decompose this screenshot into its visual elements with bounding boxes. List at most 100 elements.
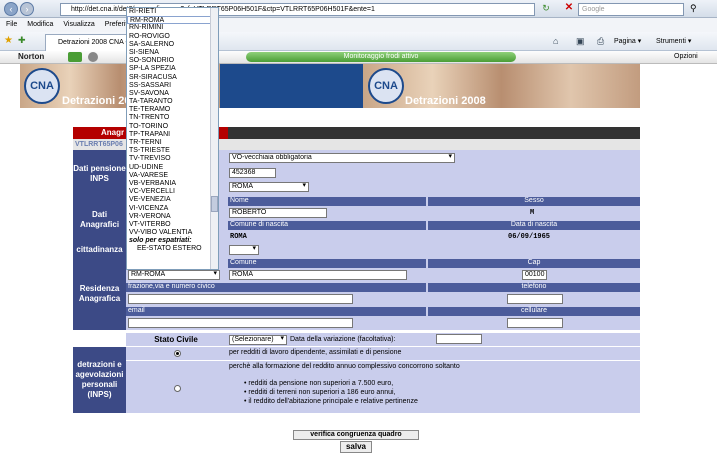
section-pensione: Dati pensione INPS [73,150,126,197]
dropdown-option[interactable]: TO-TORINO [127,123,218,131]
dropdown-option[interactable]: SP-LA SPEZIA [127,65,218,73]
province-dropdown-list[interactable]: RI-RIETI RM-ROMA RN-RIMINI RO-ROVIGO SA-SALE… [126,7,219,270]
dropdown-option[interactable]: TP-TRAPANI [127,131,218,139]
dropdown-option[interactable]: RM-ROMA [127,16,218,25]
feeds-icon[interactable]: ▣ [576,36,585,47]
dropdown-option[interactable]: TN-TRENTO [127,114,218,122]
menu-file[interactable]: File [6,21,17,28]
dropdown-option[interactable]: VV-VIBO VALENTIA [127,229,218,237]
dropdown-option[interactable]: TE-TERAMO [127,106,218,114]
dropdown-option[interactable]: VB-VERBANIA [127,180,218,188]
dropdown-option[interactable]: TV-TREVISO [127,155,218,163]
refresh-icon[interactable]: ↻ [540,3,552,15]
print-icon[interactable]: ⎙ [597,36,604,47]
verify-button[interactable]: verifica congruenza quadro [293,430,419,440]
dropdown-option[interactable]: TR-TERNI [127,139,218,147]
pension-number-input[interactable]: 452368 [229,168,276,178]
email-header: email [126,307,426,316]
stato-civile-select[interactable]: (Selezionare) [229,335,287,345]
save-button[interactable]: salva [340,441,372,453]
dropdown-option[interactable]: TA-TARANTO [127,98,218,106]
dropdown-option[interactable]: VA-VARESE [127,172,218,180]
dropdown-option[interactable]: SO-SONDRIO [127,57,218,65]
cap-input[interactable]: 00100 [522,270,547,280]
cittadinanza-select[interactable] [229,245,259,255]
dropdown-option[interactable]: VR-VERONA [127,213,218,221]
nome-header: Nome [228,197,426,206]
section-detrazioni: detrazioni e agevolazioni personali (INP… [73,347,126,413]
detr-bullet-3: • il reddito dell'abitazione principale … [244,398,418,405]
cna-logo-left: CNA [24,68,60,104]
dropdown-option[interactable]: RI-RIETI [127,8,218,16]
pension-type-select[interactable]: VO-vecchiaia obbligatoria [229,153,455,163]
stop-icon[interactable]: ✕ [563,2,575,14]
comune-header: Comune [228,259,426,268]
cna-logo-right: CNA [368,68,404,104]
dropdown-option[interactable]: SS-SASSARI [127,82,218,90]
section-anagrafici: Dati Anagrafici [73,197,126,243]
add-favorite-icon[interactable]: ✚ [18,35,26,46]
comune-nascita-header: Comune di nascita [228,221,426,230]
detr-radio-2[interactable] [174,385,181,392]
frazione-header: frazione,via e numero civico [126,283,426,292]
home-icon[interactable]: ⌂ [553,36,558,46]
cellulare-header: cellulare [428,307,640,316]
dropdown-option[interactable]: SR-SIRACUSA [127,74,218,82]
pension-province-select[interactable]: ROMA [229,182,309,192]
dropdown-option[interactable]: VC-VERCELLI [127,188,218,196]
telefono-input[interactable] [507,294,563,304]
dropdown-option[interactable]: EE-STATO ESTERO [127,245,218,253]
dropdown-option[interactable]: RN-RIMINI [127,24,218,32]
detr-bullet-1: • redditi da pensione non superiori a 7.… [244,380,394,387]
detr-option2-label: perchè alla formazione del reddito annuo… [229,363,460,370]
dropdown-option[interactable]: VI-VICENZA [127,205,218,213]
dropdown-option[interactable]: TS-TRIESTE [127,147,218,155]
search-icon[interactable]: ⚲ [690,3,697,14]
page-menu[interactable]: Pagina ▾ [614,37,641,45]
comune-residenza-input[interactable]: ROMA [229,270,407,280]
search-input[interactable]: Google [578,3,684,16]
dropdown-option[interactable]: SI-SIENA [127,49,218,57]
forward-icon[interactable]: › [20,2,34,16]
nome-input[interactable]: ROBERTO [229,208,327,218]
favorites-star-icon[interactable]: ★ [4,35,13,46]
cap-header: Cap [428,259,640,268]
detr-bullet-2: • redditi di terreni non superiori a 186… [244,389,396,396]
data-variazione-input[interactable] [436,334,482,344]
section-cittadinanza: cittadinanza [73,243,126,257]
stato-civile-spacer [73,333,126,346]
tools-menu[interactable]: Strumenti ▾ [656,37,691,45]
dropdown-option[interactable]: SA-SALERNO [127,41,218,49]
comune-nascita-value: ROMA [230,233,247,241]
section-residenza: Residenza Anagrafica [73,257,126,330]
back-icon[interactable]: ‹ [4,2,18,16]
fraud-monitor-bar: Monitoraggio frodi attivo [246,52,516,62]
norton-status-icon[interactable] [68,52,82,62]
dropdown-option[interactable]: VE-VENEZIA [127,196,218,204]
dropdown-scrollbar[interactable] [210,8,218,269]
banner-title-right: Detrazioni 2008 [405,95,486,107]
stato-civile-area [226,333,640,346]
detr-option1-label: per redditi di lavoro dipendente, assimi… [229,349,402,356]
cellulare-input[interactable] [507,318,563,328]
dropdown-option[interactable]: UD-UDINE [127,164,218,172]
dropdown-option[interactable]: SV-SAVONA [127,90,218,98]
options-menu[interactable]: Opzioni [674,53,698,60]
data-nascita-header: Data di nascita [428,221,640,230]
sesso-value: M [530,209,535,217]
telefono-header: telefono [428,283,640,292]
dropdown-scroll-thumb[interactable] [211,196,218,212]
norton-settings-icon[interactable] [88,52,98,62]
sesso-header: Sesso [428,197,640,206]
provincia-residenza-select[interactable]: RM-ROMA [128,270,220,280]
menu-modifica[interactable]: Modifica [27,21,53,28]
dropdown-option[interactable]: VT-VITERBO [127,221,218,229]
data-variazione-label: Data della variazione (facoltativa): [290,336,396,343]
menu-visualizza[interactable]: Visualizza [63,21,94,28]
email-input[interactable] [128,318,353,328]
detr-radio-1[interactable] [174,350,181,357]
section-stato-civile: Stato Civile [126,333,226,346]
dropdown-option[interactable]: RO-ROVIGO [127,33,218,41]
norton-label: Norton [18,52,45,61]
indirizzo-input[interactable] [128,294,353,304]
